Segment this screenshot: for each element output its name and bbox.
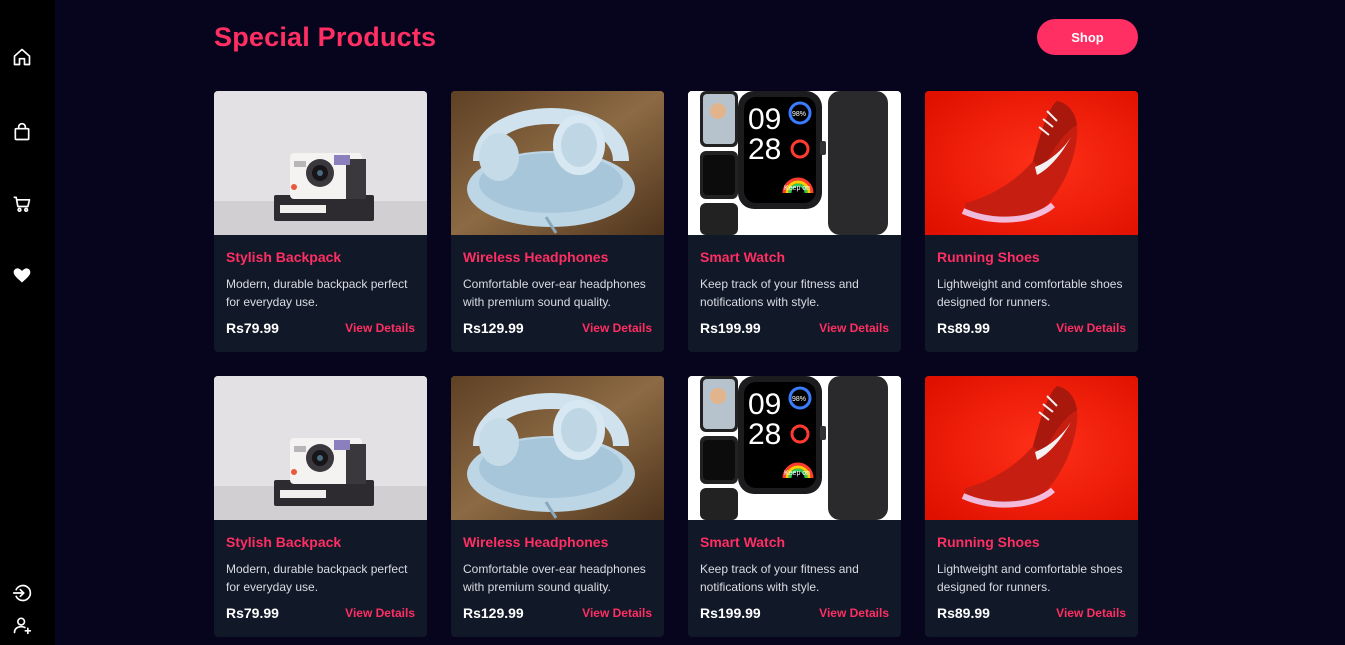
watch-minute: 28 [748,133,781,166]
watch-hour: 09 [748,388,781,421]
product-image[interactable] [451,91,664,235]
product-footer: Rs89.99 View Details [937,320,1126,336]
product-title: Stylish Backpack [226,249,342,265]
heart-icon[interactable] [11,264,33,286]
watch-battery: 98% [792,111,806,118]
product-description: Lightweight and comfortable shoes design… [937,562,1123,594]
product-image[interactable] [925,91,1138,235]
product-price: Rs79.99 [226,320,279,336]
product-image[interactable] [925,376,1138,520]
view-details-link[interactable]: View Details [345,606,415,620]
product-card-body: Wireless Headphones Comfortable over-ear… [451,235,664,352]
product-price: Rs199.99 [700,320,761,336]
product-title: Smart Watch [700,534,786,550]
home-icon[interactable] [11,46,33,68]
product-title: Running Shoes [937,249,1040,265]
product-footer: Rs199.99 View Details [700,605,889,621]
product-description: Keep track of your fitness and notificat… [700,277,859,309]
product-card[interactable]: Wireless Headphones Comfortable over-ear… [451,91,664,352]
view-details-link[interactable]: View Details [582,606,652,620]
product-price: Rs89.99 [937,605,990,621]
product-description: Comfortable over-ear headphones with pre… [463,562,646,594]
product-footer: Rs79.99 View Details [226,605,415,621]
product-title: Stylish Backpack [226,534,342,550]
view-details-link[interactable]: View Details [819,606,889,620]
product-image[interactable] [451,376,664,520]
product-card-body: Smart Watch Keep track of your fitness a… [688,520,901,637]
product-card-body: Running Shoes Lightweight and comfortabl… [925,520,1138,637]
view-details-link[interactable]: View Details [1056,321,1126,335]
product-card-body: Stylish Backpack Modern, durable backpac… [214,235,427,352]
product-price: Rs129.99 [463,605,524,621]
product-card[interactable]: Running Shoes Lightweight and comfortabl… [925,376,1138,637]
product-footer: Rs129.99 View Details [463,605,652,621]
product-image[interactable] [214,376,427,520]
product-price: Rs199.99 [700,605,761,621]
product-footer: Rs79.99 View Details [226,320,415,336]
product-title: Running Shoes [937,534,1040,550]
shop-button[interactable]: Shop [1037,19,1138,55]
product-title: Smart Watch [700,249,786,265]
product-card[interactable]: Wireless Headphones Comfortable over-ear… [451,376,664,637]
watch-minute: 28 [748,418,781,451]
product-description: Lightweight and comfortable shoes design… [937,277,1123,309]
watch-battery: 98% [792,396,806,403]
product-title: Wireless Headphones [463,534,609,550]
user-icon[interactable] [11,614,33,636]
product-card[interactable]: Running Shoes Lightweight and comfortabl… [925,91,1138,352]
main-content: Special Products Shop Stylish Backpack M… [55,0,1345,645]
product-image[interactable] [214,91,427,235]
product-title: Wireless Headphones [463,249,609,265]
page-title: Special Products [214,22,437,52]
product-price: Rs79.99 [226,605,279,621]
sidebar [0,0,55,645]
product-price: Rs89.99 [937,320,990,336]
bag-icon[interactable] [11,121,33,143]
watch-hour: 09 [748,103,781,136]
view-details-link[interactable]: View Details [582,321,652,335]
product-card-body: Smart Watch Keep track of your fitness a… [688,235,901,352]
view-details-link[interactable]: View Details [1056,606,1126,620]
product-card-body: Wireless Headphones Comfortable over-ear… [451,520,664,637]
watch-keep-on: Keep on [784,185,810,192]
product-card[interactable]: 09 28 98% Keep on Smart Watch Keep track… [688,376,901,637]
product-footer: Rs199.99 View Details [700,320,889,336]
product-grid: Stylish Backpack Modern, durable backpac… [214,91,1138,637]
product-footer: Rs129.99 View Details [463,320,652,336]
view-details-link[interactable]: View Details [345,321,415,335]
product-card[interactable]: Stylish Backpack Modern, durable backpac… [214,376,427,637]
product-description: Modern, durable backpack perfect for eve… [226,562,408,594]
product-description: Keep track of your fitness and notificat… [700,562,859,594]
product-card[interactable]: 09 28 98% Keep on Smart Watch Keep track… [688,91,901,352]
product-description: Modern, durable backpack perfect for eve… [226,277,408,309]
product-card-body: Stylish Backpack Modern, durable backpac… [214,520,427,637]
login-icon[interactable] [11,582,33,604]
product-card[interactable]: Stylish Backpack Modern, durable backpac… [214,91,427,352]
product-card-body: Running Shoes Lightweight and comfortabl… [925,235,1138,352]
watch-keep-on: Keep on [784,470,810,477]
product-image[interactable]: 09 28 98% Keep on [688,376,901,520]
cart-icon[interactable] [11,193,33,215]
product-footer: Rs89.99 View Details [937,605,1126,621]
view-details-link[interactable]: View Details [819,321,889,335]
product-price: Rs129.99 [463,320,524,336]
product-description: Comfortable over-ear headphones with pre… [463,277,646,309]
product-image[interactable]: 09 28 98% Keep on [688,91,901,235]
